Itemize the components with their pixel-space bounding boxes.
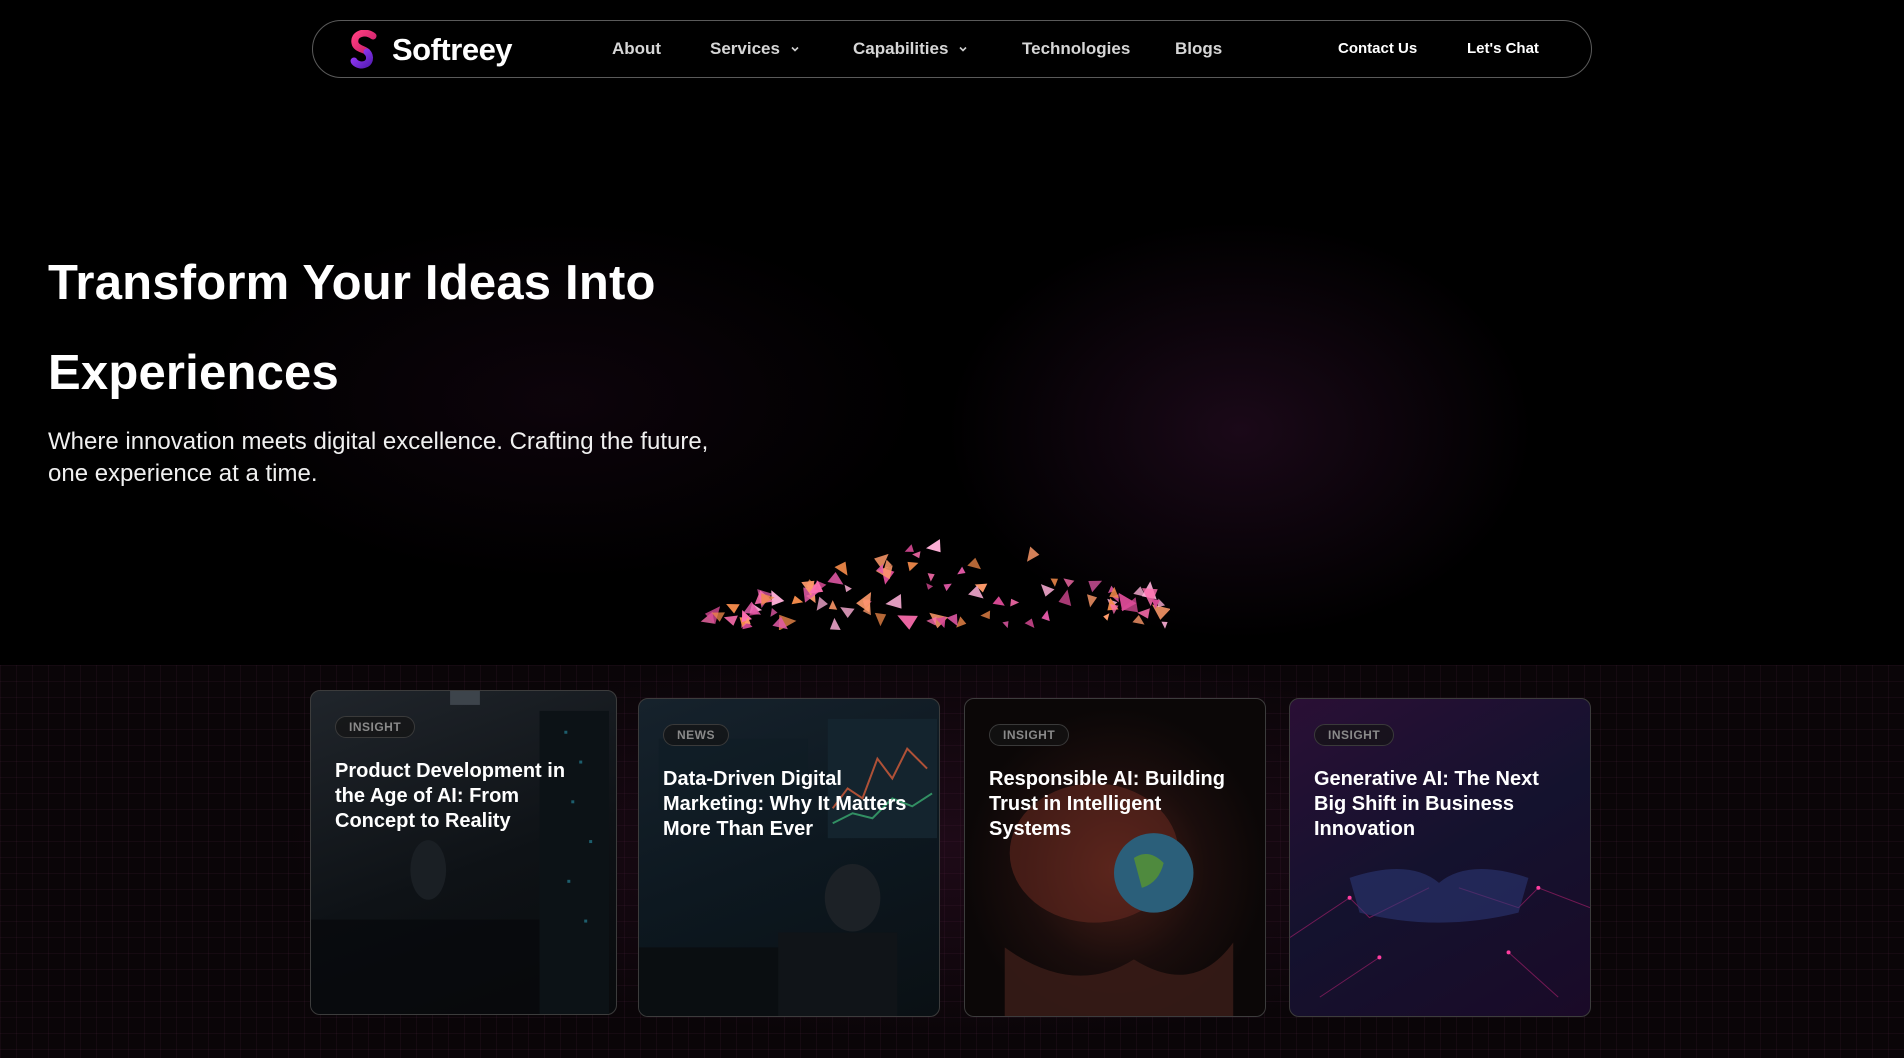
hero-subtitle-line-1: Where innovation meets digital excellenc…: [48, 428, 709, 455]
blog-card[interactable]: INSIGHT Generative AI: The Next Big Shif…: [1289, 698, 1591, 1017]
card-tag: INSIGHT: [989, 724, 1070, 746]
analytics-dashboard-image: [639, 718, 938, 1016]
confetti-particle: [1041, 610, 1050, 622]
swirl-s-logo-icon: [350, 30, 377, 69]
confetti-particle: [956, 616, 967, 628]
brain-globe-hands-image: [1004, 783, 1234, 1016]
confetti-particle: [885, 594, 902, 609]
circuit-handshake-image: [1290, 869, 1590, 998]
confetti-particle: [726, 604, 740, 614]
card-tag: NEWS: [663, 724, 729, 746]
card-title: Data-Driven Digital Marketing: Why It Ma…: [663, 768, 907, 840]
confetti-particle: [912, 551, 921, 559]
confetti-particle: [957, 566, 966, 575]
confetti-particle: [829, 617, 841, 630]
nav-blogs-label: Blogs: [1175, 39, 1223, 58]
confetti-particle: [967, 557, 981, 570]
confetti-particle: [840, 607, 855, 618]
card-tag: INSIGHT: [335, 716, 416, 738]
confetti-particle: [904, 544, 914, 552]
confetti-particle: [992, 596, 1005, 606]
confetti-particle: [1010, 598, 1020, 607]
confetti-particle: [1058, 589, 1072, 606]
blog-cards-section: [0, 665, 1904, 1058]
blog-card[interactable]: INSIGHT Product Development in the Age o…: [310, 690, 617, 1015]
confetti-particle: [827, 572, 844, 585]
hero-title: Transform Your Ideas Into Experiences: [48, 238, 808, 418]
confetti-particle: [828, 600, 838, 610]
confetti-particle: [1088, 580, 1103, 593]
top-navbar: Softreey About Services Capabilities Tec…: [312, 20, 1592, 78]
brand-name: Softreey: [392, 32, 513, 67]
card-title: Generative AI: The Next Big Shift in Bus…: [1314, 768, 1539, 840]
confetti-particle: [1161, 621, 1168, 629]
nav-about-label: About: [612, 39, 662, 58]
nav-services-label: Services: [710, 39, 780, 58]
confetti-particle: [926, 616, 937, 626]
nav-technologies[interactable]: Technologies: [1022, 39, 1130, 59]
confetti-particle: [926, 539, 941, 553]
confetti-particle: [907, 561, 919, 572]
nav-capabilities-label: Capabilities: [853, 39, 949, 58]
card-tag: INSIGHT: [1314, 724, 1395, 746]
confetti-particle: [1040, 584, 1055, 597]
nav-technologies-label: Technologies: [1022, 39, 1131, 58]
nav-services[interactable]: Services: [710, 39, 800, 59]
lets-chat-button[interactable]: Let's Chat: [1467, 40, 1539, 57]
brand-logo[interactable]: Softreey: [347, 30, 513, 70]
confetti-particle: [1027, 546, 1040, 562]
confetti-particle: [723, 615, 738, 626]
hero-subtitle-line-2: one experience at a time.: [48, 460, 318, 487]
blog-card[interactable]: NEWS Data-Driven Digital Marketing: Why …: [638, 698, 940, 1017]
confetti-particle: [844, 584, 852, 593]
particle-confetti-decoration: [700, 539, 1170, 630]
confetti-particle: [1002, 621, 1009, 629]
contact-us-link[interactable]: Contact Us: [1338, 40, 1417, 57]
nav-about[interactable]: About: [612, 39, 661, 59]
nav-capabilities[interactable]: Capabilities: [853, 39, 968, 59]
confetti-particle: [897, 615, 918, 630]
confetti-particle: [980, 610, 991, 620]
confetti-particle: [1132, 615, 1145, 625]
confetti-particle: [946, 613, 958, 627]
confetti-particle: [927, 573, 935, 582]
confetti-particle: [791, 595, 804, 605]
hero-title-line-2: Experiences: [48, 346, 339, 400]
confetti-particle: [1024, 618, 1035, 628]
nav-blogs[interactable]: Blogs: [1175, 39, 1222, 59]
blog-card[interactable]: INSIGHT Responsible AI: Building Trust i…: [964, 698, 1266, 1017]
confetti-particle: [1063, 578, 1075, 588]
card-title: Product Development in the Age of AI: Fr…: [335, 760, 566, 832]
card-title: Responsible AI: Building Trust in Intell…: [989, 768, 1225, 840]
confetti-particle: [1157, 598, 1166, 608]
chevron-down-icon: [791, 46, 799, 52]
confetti-particle: [816, 596, 828, 611]
confetti-particle: [1103, 613, 1110, 621]
hero-title-line-1: Transform Your Ideas Into: [48, 256, 656, 310]
hero-subtitle: Where innovation meets digital excellenc…: [48, 426, 748, 490]
confetti-particle: [943, 583, 952, 592]
confetti-particle: [1087, 594, 1098, 608]
confetti-particle: [1050, 578, 1058, 587]
confetti-particle: [874, 612, 887, 627]
chevron-down-icon: [959, 46, 967, 52]
confetti-particle: [856, 592, 872, 613]
confetti-particle: [770, 608, 778, 617]
confetti-particle: [926, 583, 934, 590]
server-room-image: [311, 691, 610, 1014]
